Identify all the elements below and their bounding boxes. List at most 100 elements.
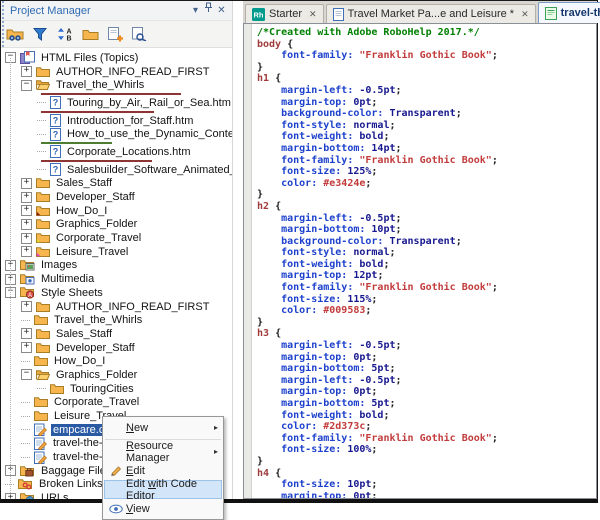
menu-item-label: New <box>126 422 148 434</box>
tab-travel-market-pa-e-and-leisure[interactable]: Travel Market Pa...e and Leisure * ✕ <box>326 4 536 23</box>
expand-icon[interactable]: + <box>21 219 32 230</box>
expand-icon[interactable]: + <box>21 178 32 189</box>
cssfile-icon <box>34 437 47 450</box>
tree-item-graphics-folder[interactable]: −Graphics_Folder <box>1 368 232 382</box>
tab-close-icon[interactable]: ✕ <box>521 9 529 20</box>
collapse-icon[interactable]: − <box>21 369 32 380</box>
code-line: margin-top: 12pt; <box>257 270 596 282</box>
tree-item-label: travel-the- <box>51 451 105 463</box>
menu-item-edit-with-code-editor[interactable]: Edit with Code Editor <box>104 480 222 499</box>
tree-item-how-do-i[interactable]: How_Do_I <box>1 354 232 368</box>
tree-item-corporate-travel[interactable]: +Corporate_Travel <box>1 231 232 245</box>
menu-item-resource-manager[interactable]: Resource Manager▸ <box>104 442 222 461</box>
tree-connector <box>21 457 30 458</box>
tree-item-touring-by-air-rail-or-sea-htm[interactable]: ?Touring_by_Air,_Rail_or_Sea.htm <box>1 96 232 110</box>
annotation-underline <box>41 93 181 95</box>
tab-label: travel-the-whirls <box>561 7 600 19</box>
close-icon[interactable]: ✕ <box>215 2 228 19</box>
code-line: color: #009583; <box>257 305 596 317</box>
code-line: margin-left: -0.5pt; <box>257 213 596 225</box>
expand-icon[interactable]: + <box>21 328 32 339</box>
sort-az-icon[interactable]: AB <box>54 24 76 44</box>
tree-item-travel-the-whirls[interactable]: −Travel_the_Whirls <box>1 78 232 92</box>
filter-icon[interactable] <box>29 24 51 44</box>
expand-icon[interactable]: + <box>21 192 32 203</box>
code-line: margin-bottom: 5pt; <box>257 398 596 410</box>
find-files-icon[interactable] <box>129 24 151 44</box>
menu-item-new[interactable]: New▸ <box>104 418 222 437</box>
editor-gutter <box>244 24 252 498</box>
tree-item-label: Broken Links <box>37 478 105 490</box>
expand-icon[interactable]: + <box>21 342 32 353</box>
code-editor-content[interactable]: /*Created with Adobe RoboHelp 2017.*/bod… <box>252 24 596 498</box>
folder-icon <box>50 383 64 395</box>
panel-splitter[interactable] <box>233 1 243 499</box>
tree-item-html-files-topics[interactable]: −HTML Files (Topics) <box>1 51 232 65</box>
folder-icon <box>36 301 50 313</box>
tree-connector <box>37 388 46 389</box>
tree-item-travel-the-whirls[interactable]: Travel_the_Whirls <box>1 313 232 327</box>
tree-item-label: TouringCities <box>68 383 136 395</box>
cssfile-icon <box>34 451 47 464</box>
tab-travel-the-whirls[interactable]: travel-the-whirls✕ <box>538 2 600 23</box>
expand-icon[interactable]: + <box>21 246 32 257</box>
code-line: font-style: normal; <box>257 247 596 259</box>
tree-connector <box>21 402 30 403</box>
expand-icon[interactable]: + <box>21 205 32 216</box>
expand-icon[interactable]: + <box>21 301 32 312</box>
tree-item-developer-staff[interactable]: +Developer_Staff <box>1 341 232 355</box>
code-line: h3 { <box>257 328 596 340</box>
menu-item-label: Edit with Code Editor <box>126 478 218 502</box>
tree-item-corporate-locations-htm[interactable]: ?Corporate_Locations.htm <box>1 145 232 159</box>
tab-starter[interactable]: RhStarter✕ <box>245 4 324 23</box>
svg-text:?: ? <box>53 98 59 108</box>
code-editor[interactable]: /*Created with Adobe RoboHelp 2017.*/bod… <box>243 23 597 499</box>
tree-item-label: AUTHOR_INFO_READ_FIRST <box>54 66 211 78</box>
tree-item-corporate-travel[interactable]: Corporate_Travel <box>1 396 232 410</box>
svg-text:A: A <box>28 293 32 299</box>
tree-item-multimedia[interactable]: +Multimedia <box>1 272 232 286</box>
tree-item-style-sheets[interactable]: −AStyle Sheets <box>1 286 232 300</box>
tree-item-author-info-read-first[interactable]: + AUTHOR_INFO_READ_FIRST <box>1 65 232 79</box>
tree-item-touringcities[interactable]: TouringCities <box>1 382 232 396</box>
project-view-icon[interactable] <box>4 24 26 44</box>
menu-item-view[interactable]: View <box>104 499 222 518</box>
tree-item-images[interactable]: +Images <box>1 259 232 273</box>
tree-item-graphics-folder[interactable]: +Graphics_Folder <box>1 218 232 232</box>
project-manager-header: Project Manager ▾ ✕ <box>1 1 232 21</box>
expand-icon[interactable]: + <box>21 66 32 77</box>
tree-item-how-to-use-the-dynamic-content-filters-htm[interactable]: ?How_to_use_the_Dynamic_Content_Filters.… <box>1 127 232 141</box>
tree-item-how-do-i[interactable]: +How_Do_I <box>1 204 232 218</box>
expand-icon[interactable]: + <box>21 233 32 244</box>
tree-item-label: travel-the- <box>51 437 105 449</box>
code-line: font-weight: bold; <box>257 259 596 271</box>
collapse-icon[interactable]: − <box>21 80 32 91</box>
new-item-icon[interactable] <box>104 24 126 44</box>
tree-item-sales-staff[interactable]: +Sales_Staff <box>1 327 232 341</box>
tree-item-salesbuilder-software-animated-tour-htm[interactable]: ?Salesbuilder_Software_Animated_Tour.htm <box>1 163 232 177</box>
topic-icon: ? <box>50 114 61 127</box>
tree-item-introduction-for-staff-htm[interactable]: ?Introduction_for_Staff.htm <box>1 114 232 128</box>
submenu-arrow-icon: ▸ <box>214 447 218 456</box>
new-folder-icon[interactable] <box>79 24 101 44</box>
tree-item-developer-staff[interactable]: +Developer_Staff <box>1 190 232 204</box>
tree-connector <box>37 134 46 135</box>
broken-icon <box>18 478 33 490</box>
code-line: font-family: "Franklin Gothic Book"; <box>257 50 596 62</box>
svg-text:?: ? <box>53 116 59 126</box>
tree-item-leisure-travel[interactable]: +Leisure_Travel <box>1 245 232 259</box>
code-line: margin-bottom: 14pt; <box>257 143 596 155</box>
tree-item-sales-staff[interactable]: +Sales_Staff <box>1 177 232 191</box>
tree-item-label: Corporate_Travel <box>52 396 141 408</box>
folder-open-icon <box>36 369 50 381</box>
code-line: margin-top: 0pt; <box>257 97 596 109</box>
code-line: font-weight: bold; <box>257 410 596 422</box>
tree-connector <box>21 416 30 417</box>
tab-label: Travel Market Pa...e and Leisure * <box>348 8 515 20</box>
tree-item-author-info-read-first[interactable]: +AUTHOR_INFO_READ_FIRST <box>1 300 232 314</box>
tree-connector <box>21 443 30 444</box>
images-icon <box>20 259 35 271</box>
panel-menu-icon[interactable]: ▾ <box>189 2 202 19</box>
pin-icon[interactable] <box>202 2 215 19</box>
tab-close-icon[interactable]: ✕ <box>309 9 317 20</box>
